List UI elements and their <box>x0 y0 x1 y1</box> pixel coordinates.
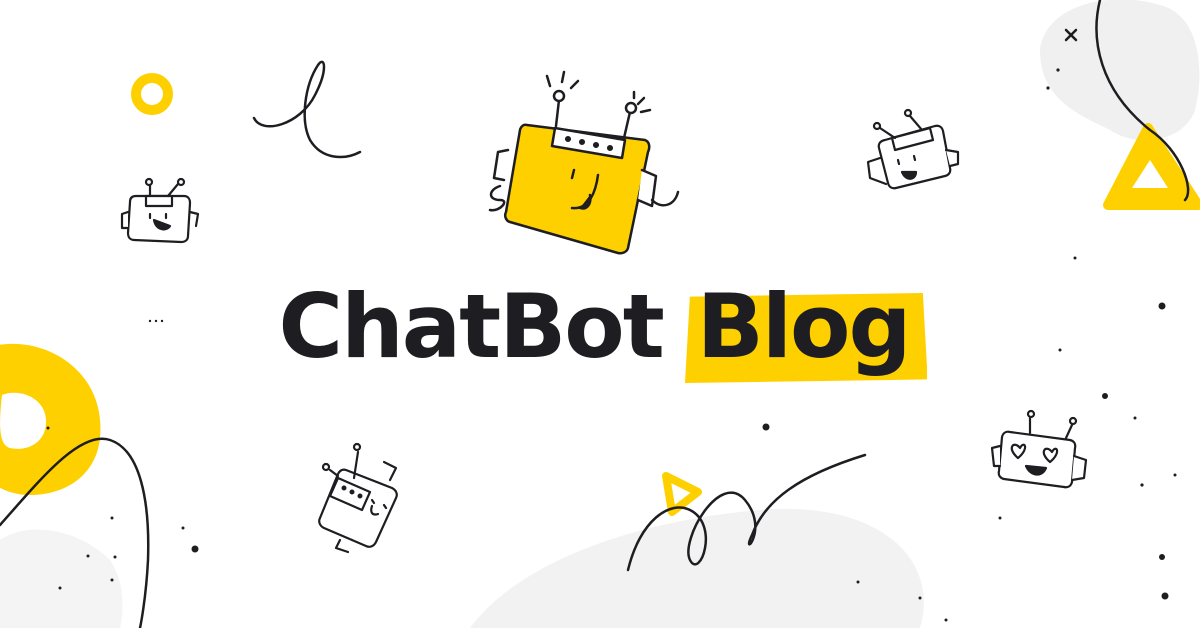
robot-heart-eyes-icon <box>990 409 1088 489</box>
robot-tilted-icon <box>318 442 398 554</box>
gray-blob-bottom-left <box>0 529 123 628</box>
robot-yellow-main-icon <box>488 70 680 255</box>
blog-banner: ChatBot Blog <box>0 0 1200 628</box>
robot-small-top-right-icon <box>866 108 960 190</box>
title-highlight: Blog <box>684 275 928 383</box>
gray-blob-top-right <box>1040 0 1200 141</box>
title-highlight-text: Blog <box>696 275 912 378</box>
yellow-donut-icon <box>131 73 173 115</box>
yellow-triangle-outline-icon <box>1103 123 1200 210</box>
robot-small-left-icon <box>120 177 200 244</box>
banner-title: ChatBot Blog <box>0 272 1200 383</box>
gray-blob-bottom <box>470 508 924 628</box>
title-primary-text: ChatBot <box>278 275 665 378</box>
curly-line-top <box>252 60 362 159</box>
